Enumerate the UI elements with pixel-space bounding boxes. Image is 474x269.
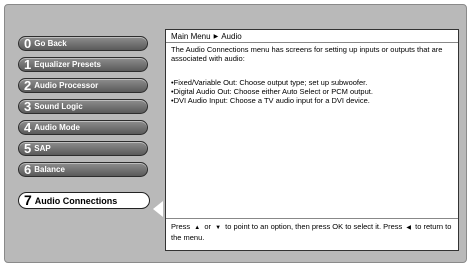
divider <box>166 218 458 219</box>
breadcrumb-root: Main Menu <box>171 32 211 41</box>
menu-item-balance[interactable]: 6 Balance <box>18 162 148 177</box>
menu-item-go-back[interactable]: 0 Go Back <box>18 36 148 51</box>
info-panel: Main Menu ▶ Audio The Audio Connections … <box>165 29 459 251</box>
selection-pointer-icon <box>153 201 163 217</box>
option-digital-audio-out: •Digital Audio Out: Choose either Auto S… <box>171 87 373 96</box>
menu-item-number: 5 <box>24 141 32 156</box>
menu-item-audio-connections[interactable]: 7 Audio Connections <box>18 192 150 209</box>
menu-item-number: 1 <box>24 57 32 72</box>
menu-item-label: Audio Mode <box>34 122 81 132</box>
arrow-up-icon: ▲ <box>194 225 201 231</box>
menu-item-label: Sound Logic <box>34 101 83 111</box>
menu-item-sap[interactable]: 5 SAP <box>18 141 148 156</box>
help-text-part: or <box>204 222 211 231</box>
breadcrumb: Main Menu ▶ Audio <box>171 32 242 41</box>
menu-item-label: SAP <box>34 143 51 153</box>
menu-item-number: 4 <box>24 120 32 135</box>
menu-item-sound-logic[interactable]: 3 Sound Logic <box>18 99 148 114</box>
help-text-part: Press <box>171 222 191 231</box>
menu-item-label: Go Back <box>34 38 67 48</box>
menu-item-label: Audio Connections <box>34 195 118 206</box>
menu-item-number: 6 <box>24 162 32 177</box>
arrow-left-icon: ◀ <box>406 225 412 231</box>
option-fixed-variable-out: •Fixed/Variable Out: Choose output type;… <box>171 78 368 87</box>
menu-item-number: 2 <box>24 78 32 93</box>
option-dvi-audio-input: •DVI Audio Input: Choose a TV audio inpu… <box>171 96 370 105</box>
divider <box>166 42 458 43</box>
arrow-down-icon: ▼ <box>215 225 222 231</box>
menu-item-label: Audio Processor <box>34 80 99 90</box>
breadcrumb-current: Audio <box>221 32 242 41</box>
triangle-right-icon: ▶ <box>213 34 219 40</box>
menu-item-number: 7 <box>24 192 32 208</box>
menu-item-audio-mode[interactable]: 4 Audio Mode <box>18 120 148 135</box>
panel-description: The Audio Connections menu has screens f… <box>171 45 443 63</box>
menu-item-audio-processor[interactable]: 2 Audio Processor <box>18 78 148 93</box>
audio-menu-screen: 0 Go Back 1 Equalizer Presets 2 Audio Pr… <box>4 4 467 263</box>
menu-item-number: 3 <box>24 99 32 114</box>
help-text-part: to point to an option, then press OK to … <box>225 222 403 231</box>
help-text: Press ▲ or ▼ to point to an option, then… <box>171 222 453 242</box>
option-list: •Fixed/Variable Out: Choose output type;… <box>171 78 455 105</box>
menu-item-number: 0 <box>24 36 32 51</box>
menu-item-label: Balance <box>34 164 65 174</box>
menu-item-label: Equalizer Presets <box>34 59 101 69</box>
menu-item-equalizer-presets[interactable]: 1 Equalizer Presets <box>18 57 148 72</box>
